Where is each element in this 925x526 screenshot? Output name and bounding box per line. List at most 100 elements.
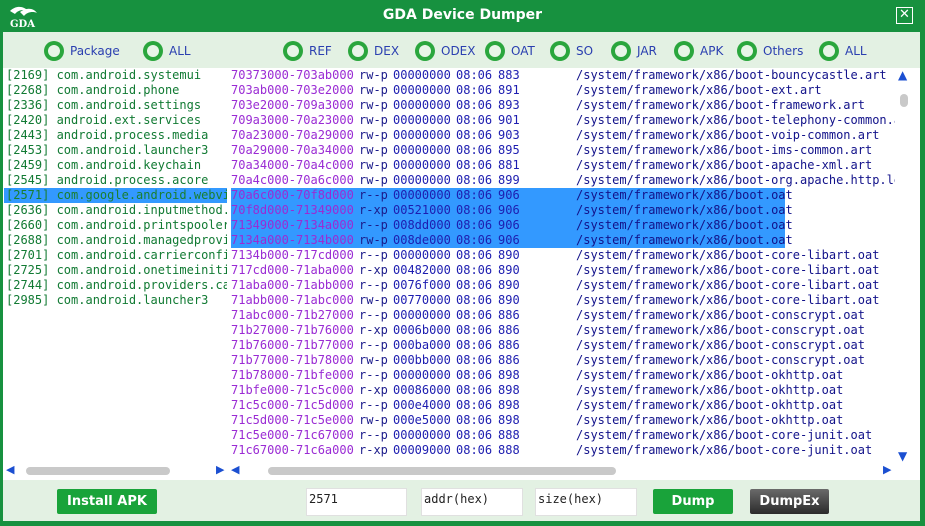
pid-input[interactable] [309, 492, 404, 506]
pid-field[interactable] [306, 488, 407, 516]
radio-all-processes[interactable]: ALL [143, 41, 191, 61]
scroll-up-icon[interactable]: ▲ [898, 68, 907, 82]
radio-checked-icon[interactable] [550, 41, 570, 61]
radio-checked-icon[interactable] [737, 41, 757, 61]
size-field[interactable] [535, 488, 637, 516]
addr-field[interactable] [421, 488, 523, 516]
addr-input[interactable] [424, 492, 520, 506]
process-row[interactable]: [2985] com.android.launcher3 [4, 293, 227, 308]
scroll-left-icon[interactable]: ◀ [6, 463, 14, 476]
map-row[interactable]: 71bfe000-71c5c000 r-xp 00086000 08:06 898/sy… [231, 383, 895, 398]
radio-dex[interactable]: DEX [348, 41, 399, 61]
map-row[interactable]: 703ab000-703e2000 rw-p 00000000 08:06 891/sy… [231, 83, 895, 98]
scroll-down-icon[interactable]: ▼ [898, 449, 907, 463]
map-device: 08:06 [456, 353, 493, 367]
radio-checked-icon[interactable] [348, 41, 368, 61]
install-apk-button[interactable]: Install APK [57, 489, 157, 514]
radio-checked-icon[interactable] [819, 41, 839, 61]
map-row[interactable]: 71c5d000-71c5e000 rw-p 000e5000 08:06 898/sy… [231, 413, 895, 428]
process-row[interactable]: [2660] com.android.printspooler [4, 218, 227, 233]
map-row[interactable]: 709a3000-70a23000 rw-p 00000000 08:06 901/sy… [231, 113, 895, 128]
map-perms: rw-p [359, 293, 388, 307]
process-row[interactable]: [2725] com.android.onetimeinitializer [4, 263, 227, 278]
scroll-thumb[interactable] [26, 467, 170, 475]
process-horizontal-scrollbar[interactable]: ◀ ▶ [4, 462, 227, 480]
map-row[interactable]: 70a34000-70a4c000 rw-p 00000000 08:06 881/sy… [231, 158, 895, 173]
map-device: 08:06 [456, 323, 493, 337]
scroll-thumb[interactable] [900, 94, 908, 107]
scroll-left-icon[interactable]: ◀ [231, 463, 239, 476]
radio-checked-icon[interactable] [283, 41, 303, 61]
process-row[interactable]: [2688] com.android.managedprovisioning [4, 233, 227, 248]
process-row[interactable]: [2636] com.android.inputmethod.pinyin [4, 203, 227, 218]
radio-checked-icon[interactable] [611, 41, 631, 61]
map-offset: 00000000 [393, 173, 451, 187]
map-inode: 903 [498, 128, 520, 142]
map-row[interactable]: 71b27000-71b76000 r-xp 0006b000 08:06 886/sy… [231, 323, 895, 338]
map-row[interactable]: 70373000-703ab000 rw-p 00000000 08:06 883/sy… [231, 68, 895, 83]
map-row[interactable]: 70a4c000-70a6c000 rw-p 00000000 08:06 899/sy… [231, 173, 895, 188]
process-row[interactable]: [2701] com.android.carrierconfig [4, 248, 227, 263]
map-row[interactable]: 70a29000-70a34000 rw-p 00000000 08:06 895/sy… [231, 143, 895, 158]
map-row[interactable]: 70a6c000-70f8d000 r--p 00000000 08:06 906/sy… [231, 188, 895, 203]
map-path: /system/framework/x86/boot.oat [576, 203, 793, 217]
radio-ref[interactable]: REF [283, 41, 332, 61]
radio-others[interactable]: Others [737, 41, 803, 61]
process-row[interactable]: [2420] android.ext.services [4, 113, 227, 128]
map-offset: 00000000 [393, 368, 451, 382]
map-row[interactable]: 71b77000-71b78000 rw-p 000bb000 08:06 886/sy… [231, 353, 895, 368]
process-row[interactable]: [2453] com.android.launcher3 [4, 143, 227, 158]
map-device: 08:06 [456, 413, 493, 427]
map-row[interactable]: 71c5e000-71c67000 r--p 00000000 08:06 888/sy… [231, 428, 895, 443]
map-row[interactable]: 703e2000-709a3000 rw-p 00000000 08:06 893/sy… [231, 98, 895, 113]
process-row[interactable]: [2545] android.process.acore [4, 173, 227, 188]
dump-button[interactable]: Dump [653, 489, 733, 514]
scroll-right-icon[interactable]: ▶ [216, 463, 224, 476]
map-row[interactable]: 7134a000-7134b000 rw-p 008de000 08:06 906/sy… [231, 233, 895, 248]
map-horizontal-scrollbar[interactable]: ◀ ▶ [231, 462, 895, 480]
radio-checked-icon[interactable] [143, 41, 163, 61]
radio-jar[interactable]: JAR [611, 41, 657, 61]
map-perms: r--p [359, 398, 388, 412]
scroll-thumb[interactable] [268, 467, 616, 475]
process-row[interactable]: [2744] com.android.providers.calendar [4, 278, 227, 293]
process-row[interactable]: [2169] com.android.systemui [4, 68, 227, 83]
radio-apk[interactable]: APK [674, 41, 723, 61]
map-row[interactable]: 71abc000-71b27000 r--p 00000000 08:06 886/sy… [231, 308, 895, 323]
process-row[interactable]: [2336] com.android.settings [4, 98, 227, 113]
map-row[interactable]: 71abb000-71abc000 rw-p 00770000 08:06 890/sy… [231, 293, 895, 308]
process-row[interactable]: [2571] com.google.android.webview [4, 188, 227, 203]
process-row[interactable]: [2459] com.android.keychain [4, 158, 227, 173]
close-icon[interactable]: ✕ [899, 7, 910, 22]
map-row[interactable]: 71349000-7134a000 r--p 008dd000 08:06 906/sy… [231, 218, 895, 233]
radio-checked-icon[interactable] [674, 41, 694, 61]
map-row[interactable]: 71aba000-71abb000 r--p 0076f000 08:06 890/sy… [231, 278, 895, 293]
map-row[interactable]: 71c5c000-71c5d000 r--p 000e4000 08:06 898/sy… [231, 398, 895, 413]
map-row[interactable]: 717cd000-71aba000 r-xp 00482000 08:06 890/sy… [231, 263, 895, 278]
radio-checked-icon[interactable] [485, 41, 505, 61]
size-input[interactable] [538, 492, 634, 506]
memory-map-list[interactable]: 70373000-703ab000 rw-p 00000000 08:06 883/sy… [231, 68, 895, 462]
radio-checked-icon[interactable] [415, 41, 435, 61]
map-row[interactable]: 7134b000-717cd000 r--p 00000000 08:06 890/sy… [231, 248, 895, 263]
process-row[interactable]: [2268] com.android.phone [4, 83, 227, 98]
map-offset: 00000000 [393, 158, 451, 172]
scroll-right-icon[interactable]: ▶ [883, 463, 891, 476]
map-row[interactable]: 71b76000-71b77000 r--p 000ba000 08:06 886/sy… [231, 338, 895, 353]
map-row[interactable]: 71b78000-71bfe000 r--p 00000000 08:06 898/sy… [231, 368, 895, 383]
map-row[interactable]: 70a23000-70a29000 rw-p 00000000 08:06 903/sy… [231, 128, 895, 143]
radio-package[interactable]: Package [44, 41, 120, 61]
map-vertical-scrollbar[interactable]: ▲ ▼ [895, 68, 913, 463]
radio-oat[interactable]: OAT [485, 41, 535, 61]
process-row[interactable]: [2443] android.process.media [4, 128, 227, 143]
dumpex-button[interactable]: DumpEx [750, 489, 829, 514]
radio-checked-icon[interactable] [44, 41, 64, 61]
radio-so[interactable]: SO [550, 41, 593, 61]
radio-all-types[interactable]: ALL [819, 41, 867, 61]
map-row[interactable]: 71c67000-71c6a000 r-xp 00009000 08:06 888/sy… [231, 443, 895, 458]
process-list[interactable]: [2169] com.android.systemui [2268] com.an… [4, 68, 227, 462]
map-row[interactable]: 70f8d000-71349000 r-xp 00521000 08:06 906/sy… [231, 203, 895, 218]
radio-odex[interactable]: ODEX [415, 41, 476, 61]
close-button[interactable]: ✕ [896, 7, 913, 24]
radio-label: ALL [169, 44, 191, 58]
